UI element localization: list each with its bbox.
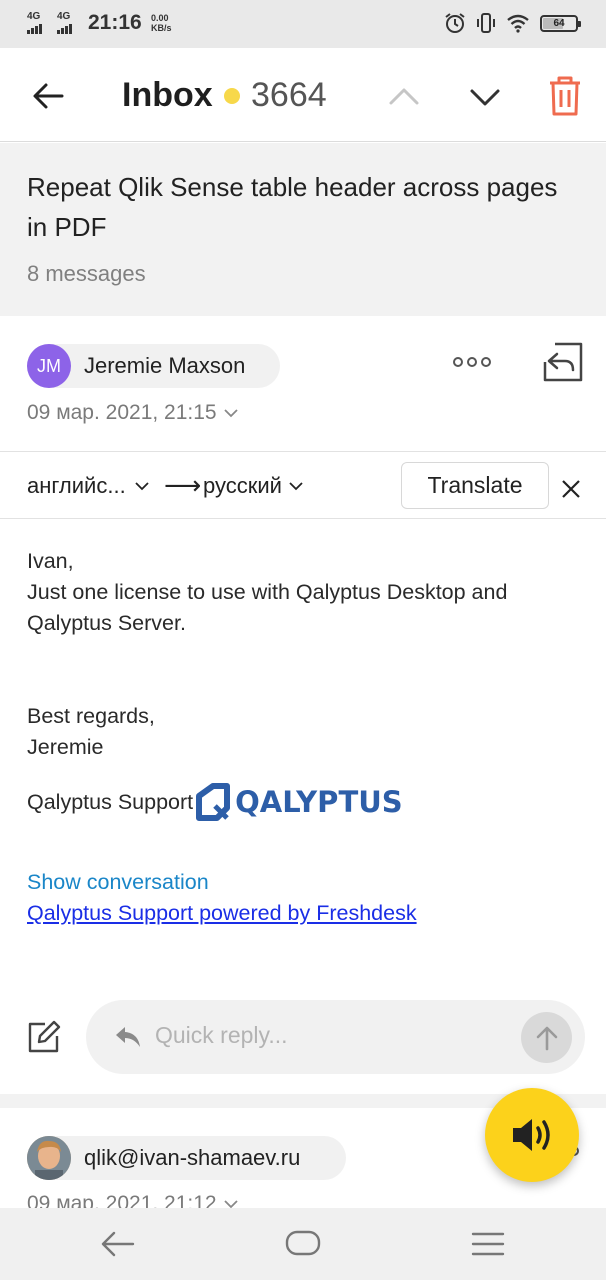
sender-name: qlik@ivan-shamaev.ru [84, 1145, 301, 1170]
chevron-up-icon [389, 88, 419, 105]
signature-team: Qalyptus Support [27, 790, 194, 814]
network-type-label: 4G [27, 11, 41, 22]
system-menu-button[interactable] [471, 1230, 505, 1258]
voice-assistant-button[interactable] [485, 1088, 579, 1182]
more-dots-icon [453, 357, 491, 367]
avatar-photo-icon [27, 1136, 71, 1180]
previous-message-button[interactable] [384, 78, 424, 118]
edit-icon [28, 1020, 61, 1053]
folder-title[interactable]: Inbox [122, 76, 213, 115]
unread-count: 3664 [251, 76, 327, 114]
qalyptus-logo: QALYPTUS [193, 782, 403, 822]
more-options-button[interactable] [450, 350, 494, 374]
battery-level: 64 [553, 17, 565, 29]
unread-dot-icon [224, 88, 240, 104]
clock: 21:16 [88, 11, 142, 34]
target-language-label: русский [203, 473, 282, 498]
thread-header: Repeat Qlik Sense table header across pa… [0, 143, 606, 316]
network-indicator-2: 4G [57, 12, 72, 34]
language-arrow: ⟶ [164, 470, 202, 500]
system-nav-bar [0, 1208, 606, 1280]
speed-unit: KB/s [151, 23, 172, 33]
qalyptus-logo-text: QALYPTUS [235, 784, 403, 819]
powered-by-link[interactable]: Qalyptus Support powered by Freshdesk [27, 901, 417, 926]
message-date[interactable]: 09 мар. 2021, 21:15 [27, 401, 239, 425]
body-regards: Best regards, [27, 704, 155, 728]
show-conversation-link[interactable]: Show conversation [27, 870, 209, 895]
thread-subject: Repeat Qlik Sense table header across pa… [27, 172, 558, 242]
compose-button[interactable] [27, 1020, 61, 1054]
reply-button[interactable] [541, 340, 585, 384]
system-home-button[interactable] [285, 1230, 321, 1256]
translate-button[interactable]: Translate [401, 462, 549, 509]
speed-value: 0.00 [151, 13, 169, 23]
reply-arrow-icon [116, 1027, 140, 1047]
back-arrow-icon [101, 1231, 135, 1257]
sender-chip[interactable]: JM Jeremie Maxson [27, 344, 280, 388]
app-header: Inbox 3664 [0, 48, 606, 142]
body-greeting: Ivan, [27, 549, 74, 573]
chevron-down-icon [470, 89, 500, 106]
sender-name: Jeremie Maxson [84, 353, 246, 378]
battery-icon: 64 [540, 14, 581, 32]
signal-icon [57, 24, 72, 34]
next-message-button[interactable] [465, 78, 505, 118]
reply-icon [543, 342, 583, 382]
translate-bar: английс... ⟶ русский Translate [0, 451, 606, 519]
back-button[interactable] [28, 76, 68, 116]
vibrate-icon [477, 13, 495, 33]
signature-line: Qalyptus Support QALYPTUS [27, 778, 587, 821]
arrow-up-icon [536, 1026, 557, 1050]
signal-icon [27, 24, 42, 34]
body-signature-name: Jeremie [27, 735, 104, 759]
status-icons: 64 [444, 12, 581, 34]
avatar: JM [27, 344, 71, 388]
avatar [27, 1136, 71, 1180]
chevron-down-icon [135, 482, 149, 491]
network-speed: 0.00 KB/s [151, 13, 172, 33]
send-button[interactable] [521, 1012, 572, 1063]
close-icon [562, 480, 580, 498]
message-count: 8 messages [27, 261, 146, 286]
alarm-icon [445, 13, 465, 33]
wifi-icon [507, 14, 529, 33]
system-back-button[interactable] [100, 1228, 136, 1260]
source-language-label: английс... [27, 473, 126, 498]
qalyptus-logo-mark [196, 783, 231, 821]
network-indicator-1: 4G [27, 12, 42, 34]
message-body: Ivan, Just one license to use with Qalyp… [27, 546, 587, 821]
chevron-down-icon [223, 409, 238, 418]
source-language-select[interactable]: английс... [27, 473, 150, 499]
delete-button[interactable] [545, 74, 585, 118]
quick-reply-placeholder: Quick reply... [155, 1022, 288, 1048]
status-bar: 4G 4G 21:16 0.00 KB/s 64 [0, 0, 606, 48]
message-date-text: 09 мар. 2021, 21:15 [27, 401, 217, 424]
close-translate-button[interactable] [558, 476, 584, 502]
network-type-label: 4G [57, 11, 71, 22]
back-arrow-icon [33, 83, 64, 109]
target-language-select[interactable]: русский [203, 473, 304, 499]
body-text: Just one license to use with Qalyptus De… [27, 580, 508, 635]
speaker-icon [513, 1119, 550, 1151]
home-icon [285, 1230, 321, 1256]
chevron-down-icon [289, 482, 303, 491]
menu-icon [471, 1232, 505, 1256]
quick-reply-field[interactable]: Quick reply... [86, 1000, 585, 1074]
trash-icon [550, 76, 580, 116]
sender-chip[interactable]: qlik@ivan-shamaev.ru [27, 1136, 346, 1180]
